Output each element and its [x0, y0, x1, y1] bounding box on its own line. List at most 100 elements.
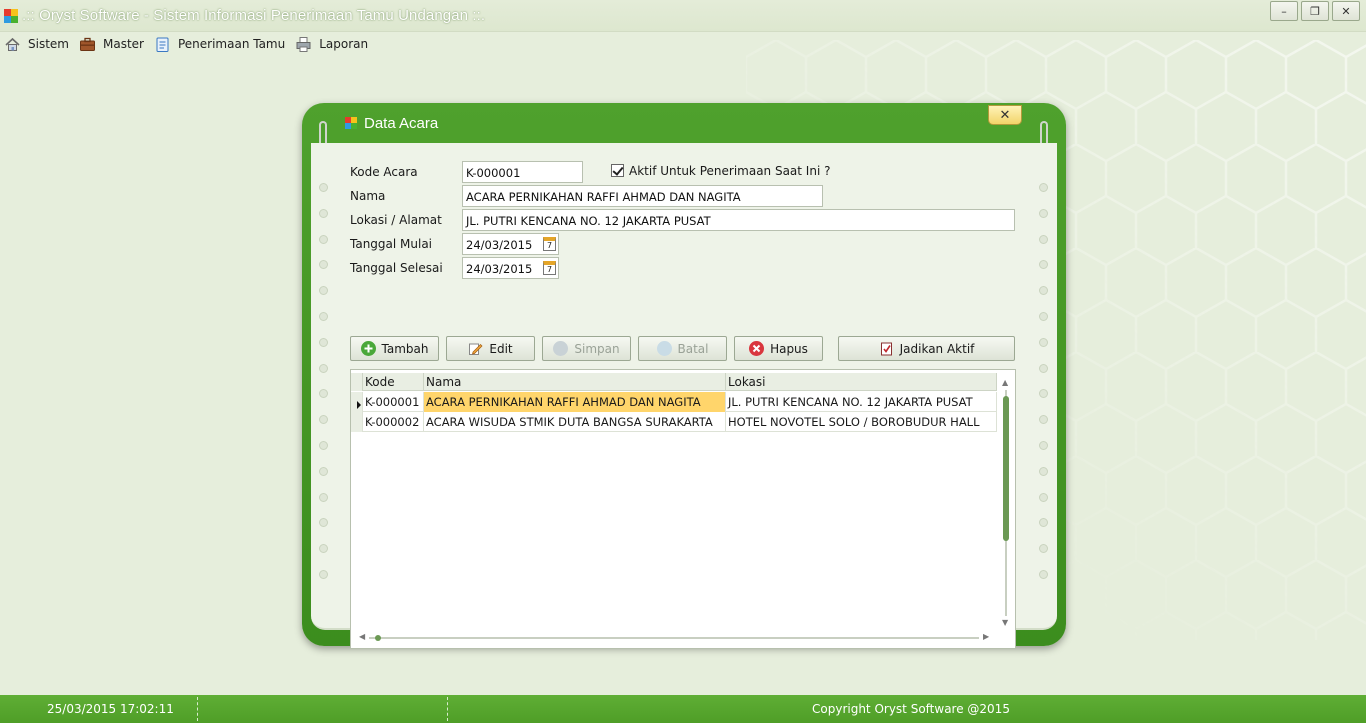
tanggal-selesai-value: 24/03/2015 — [466, 262, 533, 276]
calendar-icon[interactable]: 7 — [543, 261, 556, 275]
menu-sistem[interactable]: Sistem — [0, 33, 75, 55]
hapus-button[interactable]: Hapus — [734, 336, 823, 361]
notebook-hole-icon — [1039, 441, 1048, 450]
status-copyright: Copyright Oryst Software @2015 — [812, 702, 1010, 716]
status-separator — [447, 697, 448, 721]
menu-label-penerimaan-tamu: Penerimaan Tamu — [177, 37, 286, 51]
data-acara-dialog: Data Acara ✕ Kode Acara K-000001 Aktif U… — [302, 103, 1066, 649]
notebook-hole-icon — [1039, 466, 1048, 476]
cell-lokasi[interactable]: JL. PUTRI KENCANA NO. 12 JAKARTA PUSAT — [726, 392, 997, 412]
edit-pencil-icon — [468, 341, 483, 356]
batal-label: Batal — [677, 341, 709, 356]
kode-acara-label: Kode Acara — [350, 165, 418, 179]
notebook-hole-icon — [1039, 234, 1048, 244]
menu-penerimaan-tamu[interactable]: Penerimaan Tamu — [150, 33, 291, 55]
cell-kode[interactable]: K-000002 — [363, 412, 424, 432]
notebook-hole-icon — [1039, 312, 1048, 321]
horizontal-scroll-thumb[interactable] — [375, 635, 381, 641]
status-datetime: 25/03/2015 17:02:11 — [47, 702, 174, 716]
cell-kode[interactable]: K-000001 — [363, 392, 424, 412]
batal-button[interactable]: Batal — [638, 336, 727, 361]
nama-input[interactable]: ACARA PERNIKAHAN RAFFI AHMAD DAN NAGITA — [462, 185, 823, 207]
home-icon — [4, 36, 21, 53]
tanggal-selesai-input[interactable]: 24/03/2015 7 — [462, 257, 559, 279]
scroll-right-icon[interactable]: ▶ — [983, 632, 989, 641]
status-bar: 25/03/2015 17:02:11 Copyright Oryst Soft… — [0, 695, 1366, 723]
notebook-hole-icon — [1039, 337, 1048, 347]
lokasi-label: Lokasi / Alamat — [350, 213, 442, 227]
notebook-hole-icon — [1039, 286, 1048, 296]
notebook-hole-icon — [319, 518, 328, 528]
edit-button[interactable]: Edit — [446, 336, 535, 361]
menu-bar: Sistem Master Penerimaan Tamu Laporan — [0, 33, 374, 55]
notebook-hole-icon — [1039, 389, 1048, 399]
clipboard-icon — [154, 36, 171, 53]
notebook-hole-icon — [319, 234, 328, 244]
menu-master[interactable]: Master — [75, 33, 150, 55]
save-icon — [553, 341, 569, 356]
row-indicator-header — [351, 373, 363, 391]
horizontal-scrollbar[interactable]: ◀ ▶ — [359, 632, 991, 642]
cell-lokasi[interactable]: HOTEL NOVOTEL SOLO / BOROBUDUR HALL — [726, 412, 997, 432]
row-indicator — [351, 412, 363, 432]
jadikan-aktif-button[interactable]: Jadikan Aktif — [838, 336, 1015, 361]
lokasi-input[interactable]: JL. PUTRI KENCANA NO. 12 JAKARTA PUSAT — [462, 209, 1015, 231]
scroll-left-icon[interactable]: ◀ — [359, 632, 365, 641]
table-header: Kode Nama Lokasi — [351, 373, 997, 391]
minimize-button[interactable]: – — [1270, 1, 1298, 21]
app-logo-icon — [4, 9, 18, 23]
edit-label: Edit — [489, 341, 513, 356]
table-row[interactable]: K-000002 ACARA WISUDA STMIK DUTA BANGSA … — [351, 412, 997, 432]
notebook-hole-icon — [319, 183, 328, 192]
cancel-icon — [656, 341, 672, 356]
hapus-label: Hapus — [770, 341, 808, 356]
notebook-hole-icon — [1039, 183, 1048, 192]
column-header-lokasi[interactable]: Lokasi — [726, 373, 997, 391]
scroll-down-icon[interactable]: ▼ — [1002, 618, 1008, 627]
notebook-hole-icon — [319, 312, 328, 321]
close-window-button[interactable]: ✕ — [1332, 1, 1360, 21]
simpan-label: Simpan — [574, 341, 620, 356]
window-title: .:: Oryst Software - Sistem Informasi Pe… — [22, 7, 486, 24]
aktif-checkbox[interactable] — [611, 164, 624, 177]
column-header-nama[interactable]: Nama — [424, 373, 726, 391]
vertical-scrollbar[interactable]: ▲ ▼ — [1002, 378, 1010, 627]
notebook-hole-icon — [319, 389, 328, 399]
menu-laporan[interactable]: Laporan — [291, 33, 374, 55]
scroll-up-icon[interactable]: ▲ — [1002, 378, 1008, 387]
calendar-icon[interactable]: 7 — [543, 237, 556, 251]
notebook-hole-icon — [319, 441, 328, 450]
cell-nama[interactable]: ACARA WISUDA STMIK DUTA BANGSA SURAKARTA — [424, 412, 726, 432]
vertical-scroll-thumb[interactable] — [1003, 396, 1009, 541]
notebook-hole-icon — [1039, 415, 1048, 425]
restore-button[interactable]: ❐ — [1301, 1, 1329, 21]
dialog-logo-icon — [345, 117, 358, 130]
simpan-button[interactable]: Simpan — [542, 336, 631, 361]
tambah-button[interactable]: Tambah — [350, 336, 439, 361]
notebook-hole-icon — [319, 260, 328, 270]
notebook-hole-icon — [1039, 570, 1048, 579]
notebook-hole-icon — [319, 544, 328, 554]
tanggal-selesai-label: Tanggal Selesai — [350, 261, 443, 275]
notebook-hole-icon — [319, 286, 328, 296]
checklist-icon — [879, 341, 894, 356]
notebook-hole-icon — [1039, 492, 1048, 502]
window-titlebar: .:: Oryst Software - Sistem Informasi Pe… — [0, 0, 1366, 32]
jadikan-aktif-label: Jadikan Aktif — [899, 341, 975, 356]
acara-table[interactable]: Kode Nama Lokasi K-000001 ACARA PERNIKAH… — [350, 369, 1016, 649]
status-separator — [197, 697, 198, 721]
kode-acara-input[interactable]: K-000001 — [462, 161, 583, 183]
notebook-hole-icon — [1039, 363, 1048, 373]
notebook-hole-icon — [319, 363, 328, 373]
notebook-hole-icon — [319, 492, 328, 502]
cell-nama[interactable]: ACARA PERNIKAHAN RAFFI AHMAD DAN NAGITA — [424, 392, 726, 412]
table-row[interactable]: K-000001 ACARA PERNIKAHAN RAFFI AHMAD DA… — [351, 392, 997, 412]
dialog-title: Data Acara — [364, 115, 439, 132]
aktif-label: Aktif Untuk Penerimaan Saat Ini ? — [629, 164, 831, 178]
dialog-close-button[interactable]: ✕ — [988, 105, 1022, 125]
printer-icon — [295, 36, 312, 53]
notebook-hole-icon — [319, 415, 328, 425]
tambah-label: Tambah — [381, 341, 429, 356]
tanggal-mulai-input[interactable]: 24/03/2015 7 — [462, 233, 559, 255]
column-header-kode[interactable]: Kode — [363, 373, 424, 391]
